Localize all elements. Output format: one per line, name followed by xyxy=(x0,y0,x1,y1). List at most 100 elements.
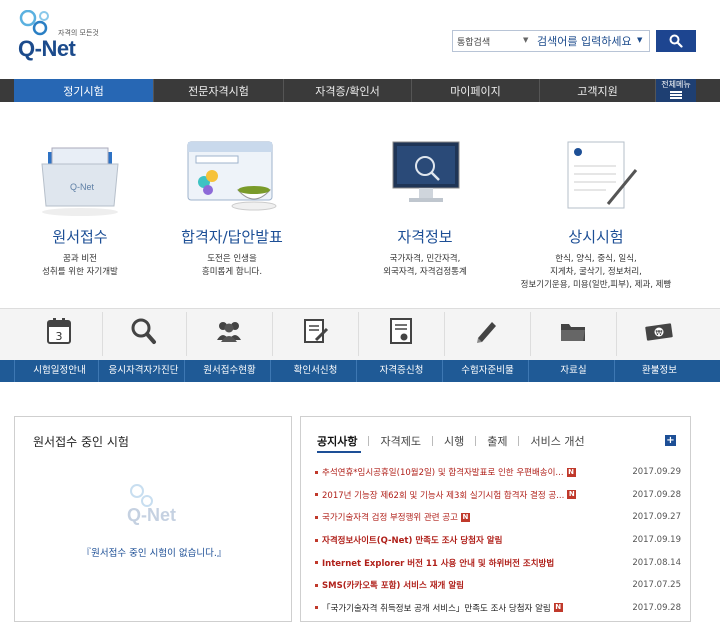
svg-text:Q-Net: Q-Net xyxy=(70,182,95,192)
document-pen-icon xyxy=(304,319,329,343)
quick-label: 시험일정안내 xyxy=(14,360,104,382)
search-input[interactable] xyxy=(535,31,647,51)
hero-line: 도전은 인생을 xyxy=(207,254,257,264)
bullet-icon xyxy=(315,583,318,587)
list-item[interactable]: Internet Explorer 버전 11 사용 안내 및 하위버전 조치방… xyxy=(315,551,681,574)
quick-item-exam-schedule[interactable]: 3 시험일정안내 xyxy=(14,308,104,382)
monitor-magnifier-icon xyxy=(392,141,460,202)
nav-item-support[interactable]: 고객지원 xyxy=(540,79,656,102)
nav-item-regular-exam[interactable]: 정기시험 xyxy=(14,79,154,102)
more-button[interactable]: + xyxy=(665,435,676,446)
hero-line: 흥미롭게 합니다. xyxy=(201,267,263,277)
tab-questions[interactable]: 출제 xyxy=(487,433,507,449)
hero-title: 자격정보 xyxy=(397,228,453,246)
notice-title[interactable]: 자격정보사이트(Q-Net) 만족도 조사 당첨자 알림 xyxy=(322,534,502,546)
list-item[interactable]: SMS(카카오톡 포함) 서비스 재개 알림 2017.07.25 xyxy=(315,574,681,597)
full-menu-label: 전체메뉴 xyxy=(661,80,691,89)
list-item[interactable]: 「국가기술자격 취득정보 공개 서비스」만족도 조사 당첨자 알림 N 2017… xyxy=(315,597,681,620)
quick-item-archive[interactable]: 자료실 xyxy=(528,308,618,382)
divider xyxy=(475,436,477,446)
list-item[interactable]: 자격정보사이트(Q-Net) 만족도 조사 당첨자 알림 2017.09.19 xyxy=(315,529,681,552)
search-button[interactable] xyxy=(656,30,696,52)
notice-date: 2017.09.19 xyxy=(632,535,681,546)
hero-item-results[interactable]: 합격자/답안발표 도전은 인생을 흥미롭게 합니다. xyxy=(152,102,312,308)
quick-item-refund-info[interactable]: ₩ 환불정보 xyxy=(614,308,704,382)
search-icon xyxy=(669,34,683,48)
nav-item-certificate[interactable]: 자격증/확인서 xyxy=(284,79,412,102)
folder-qnet-icon: Q-Net xyxy=(41,147,119,216)
quick-menu: 3 시험일정안내 응시자격자가진단 원서접수현황 확인서신청 자격증신청 수험자… xyxy=(0,308,720,382)
tab-qualification-system[interactable]: 자격제도 xyxy=(380,433,420,449)
hamburger-icon xyxy=(670,91,682,99)
notice-date: 2017.09.28 xyxy=(632,489,681,500)
list-item[interactable]: 추석연휴*임시공휴일(10월2일) 및 합격자발표로 인한 우편배송이... N… xyxy=(315,461,681,484)
notice-title[interactable]: Internet Explorer 버전 11 사용 안내 및 하위버전 조치방… xyxy=(322,557,554,569)
tab-service-improvement[interactable]: 서비스 개선 xyxy=(530,433,584,449)
hero-line: 한식, 양식, 중식, 일식, xyxy=(555,254,637,264)
search-scope-select[interactable]: 통합검색 xyxy=(457,35,490,48)
new-badge: N xyxy=(460,512,470,522)
bullet-icon xyxy=(315,493,318,497)
bullet-icon xyxy=(315,561,318,565)
calendar-day: 3 xyxy=(56,330,63,343)
quick-item-certificate-request[interactable]: 자격증신청 xyxy=(356,308,446,382)
quick-label: 자격증신청 xyxy=(356,360,446,382)
magnifier-icon xyxy=(131,318,156,344)
bullet-icon xyxy=(315,606,318,610)
nav-item-professional-exam[interactable]: 전문자격시험 xyxy=(154,79,284,102)
quick-item-application-status[interactable]: 원서접수현황 xyxy=(184,308,274,382)
folder-icon xyxy=(561,324,585,341)
qnet-logo[interactable]: 자격의 모든것 Q-Net xyxy=(12,10,122,66)
quick-label: 원서접수현황 xyxy=(184,360,274,382)
notice-title[interactable]: 2017년 기능장 제62회 및 기능사 제3회 실기시험 합격자 결정 공..… xyxy=(322,489,564,501)
hero-item-permanent-exam[interactable]: 상시시험 한식, 양식, 중식, 일식, 지게차, 굴삭기, 정보처리, 정보기… xyxy=(516,102,676,308)
divider xyxy=(431,436,433,446)
notice-tabs: 공지사항 자격제도 시행 출제 서비스 개선 xyxy=(317,433,585,449)
full-menu-button[interactable]: 전체메뉴 xyxy=(656,79,696,102)
divider xyxy=(518,436,520,446)
notice-title[interactable]: SMS(카카오톡 포함) 서비스 재개 알림 xyxy=(322,579,464,591)
notice-title[interactable]: 국가기술자격 검정 부정행위 관련 공고 xyxy=(322,511,458,523)
hero-title: 합격자/답안발표 xyxy=(181,228,283,246)
hero-line: 성취를 위한 자기개발 xyxy=(42,267,118,277)
bullet-icon xyxy=(315,515,318,519)
quick-item-self-diagnosis[interactable]: 응시자격자가진단 xyxy=(98,308,188,382)
quick-item-exam-supplies[interactable]: 수험자준비물 xyxy=(442,308,532,382)
tab-execution[interactable]: 시행 xyxy=(444,433,464,449)
hero-line: 꿈과 비전 xyxy=(63,254,97,264)
active-tab-underline xyxy=(317,451,361,453)
application-panel: 원서접수 중인 시험 Q-Net 『원서접수 중인 시험이 없습니다.』 xyxy=(14,416,292,622)
money-symbol: ₩ xyxy=(656,329,663,337)
hero-line: 지게차, 굴삭기, 정보처리, xyxy=(550,267,642,277)
notice-title[interactable]: 「국가기술자격 취득정보 공개 서비스」만족도 조사 당첨자 알림 xyxy=(322,602,551,614)
hero-line: 외국자격, 자격검정통계 xyxy=(383,267,467,277)
quick-label: 수험자준비물 xyxy=(442,360,532,382)
hero-line: 국가자격, 민간자격, xyxy=(389,254,461,264)
divider xyxy=(368,436,370,446)
list-item[interactable]: 2017년 기능장 제62회 및 기능사 제3회 실기시험 합격자 결정 공..… xyxy=(315,484,681,507)
quick-item-confirmation-request[interactable]: 확인서신청 xyxy=(270,308,360,382)
hero-item-application[interactable]: Q-Net 원서접수 꿈과 비전 성취를 위한 자기개발 xyxy=(0,102,160,308)
quick-label: 환불정보 xyxy=(614,360,704,382)
application-empty-message: 『원서접수 중인 시험이 없습니다.』 xyxy=(81,548,227,559)
hero-section: Q-Net 원서접수 꿈과 비전 성취를 위한 자기개발 합격자/답안발표 도전… xyxy=(0,102,720,308)
nav-item-mypage[interactable]: 마이페이지 xyxy=(412,79,540,102)
new-badge: N xyxy=(566,467,576,477)
notice-date: 2017.07.25 xyxy=(632,580,681,591)
qnet-watermark-icon: Q-Net xyxy=(127,484,176,525)
hero-item-qualification-info[interactable]: 자격정보 국가자격, 민간자격, 외국자격, 자격검정통계 xyxy=(345,102,505,308)
notice-panel: 공지사항 자격제도 시행 출제 서비스 개선 + 추석연휴*임시공휴일(10월2… xyxy=(300,416,691,622)
notice-title[interactable]: 추석연휴*임시공휴일(10월2일) 및 합격자발표로 인한 우편배송이... xyxy=(322,466,564,478)
bullet-icon xyxy=(315,470,318,474)
search-box: 통합검색 ▼ ▼ xyxy=(452,30,650,52)
tab-notice[interactable]: 공지사항 xyxy=(317,433,357,449)
people-icon xyxy=(217,322,241,342)
new-badge: N xyxy=(553,603,563,613)
pencil-icon xyxy=(477,322,496,343)
quick-label: 자료실 xyxy=(528,360,618,382)
browser-teacup-icon xyxy=(187,141,277,211)
quick-label: 확인서신청 xyxy=(270,360,360,382)
list-item[interactable]: 국가기술자격 검정 부정행위 관련 공고 N 2017.09.27 xyxy=(315,506,681,529)
notice-list: 추석연휴*임시공휴일(10월2일) 및 합격자발표로 인한 우편배송이... N… xyxy=(315,461,681,619)
hero-line: 정보기기운용, 미용(일반,피부), 제과, 제빵 xyxy=(520,280,672,290)
